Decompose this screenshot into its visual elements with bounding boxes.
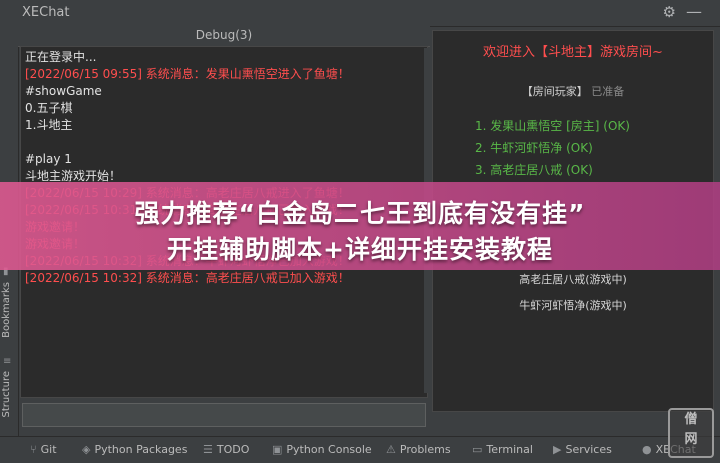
console-line: #showGame xyxy=(25,84,102,98)
console-line: 正在登录中... xyxy=(25,50,97,64)
git-icon: ⑂ xyxy=(30,443,37,456)
status-python-console[interactable]: ▣ Python Console xyxy=(272,443,372,456)
message-input[interactable] xyxy=(22,403,426,427)
console-line: 0.五子棋 xyxy=(25,101,73,115)
room-players-header: 【房间玩家】 已准备 xyxy=(433,83,713,99)
status-bar: ⑂ Git ◈ Python Packages ☰ TODO ▣ Python Cons… xyxy=(0,436,720,463)
in-game-player: 高老庄居八戒(游戏中) xyxy=(519,273,627,286)
banner-line-1: 强力推荐“白金岛二七王到底有没有挂” xyxy=(134,199,586,228)
structure-icon: ≡ xyxy=(3,356,12,367)
player-item: 1. 发果山熏悟空 [房主] (OK) xyxy=(475,119,630,133)
problems-icon: ⚠ xyxy=(386,443,396,456)
promo-banner: 强力推荐“白金岛二七王到底有没有挂” 开挂辅助脚本+详细开挂安装教程 xyxy=(0,182,720,270)
services-icon: ▶ xyxy=(553,443,562,456)
title-bar: XEChat ⚙ — xyxy=(0,0,720,27)
bookmarks-tab[interactable]: Bookmarks xyxy=(1,282,12,338)
xechat-icon: ● xyxy=(642,443,652,456)
status-problems[interactable]: ⚠ Problems xyxy=(386,443,451,456)
status-python-packages[interactable]: ◈ Python Packages xyxy=(82,443,187,456)
console-line: 1.斗地主 xyxy=(25,118,73,132)
debug-tab-title[interactable]: Debug(3) xyxy=(18,28,430,42)
status-services[interactable]: ▶ Services xyxy=(553,443,612,456)
status-git[interactable]: ⑂ Git xyxy=(30,443,57,456)
structure-tab[interactable]: Structure xyxy=(1,371,12,418)
player-item: 3. 高老庄居八戒 (OK) xyxy=(475,163,593,177)
gear-icon[interactable]: ⚙ xyxy=(663,3,676,21)
window-title: XEChat xyxy=(22,5,70,20)
watermark-logo: 僧 网 xyxy=(668,408,714,458)
minimize-icon[interactable]: — xyxy=(686,2,702,21)
terminal-icon: ▭ xyxy=(472,443,483,456)
packages-icon: ◈ xyxy=(82,443,91,456)
console-line: #play 1 xyxy=(25,152,72,166)
console-line: [2022/06/15 09:55] 系统消息：发果山熏悟空进入了鱼塘！ xyxy=(25,67,350,81)
room-title: 欢迎进入【斗地主】游戏房间~ xyxy=(483,45,663,60)
list-icon: ☰ xyxy=(203,443,213,456)
players-status: 已准备 xyxy=(591,85,625,98)
status-todo[interactable]: ☰ TODO xyxy=(203,443,249,456)
console-icon: ▣ xyxy=(272,443,283,456)
debug-panel-header: Debug(3) xyxy=(18,26,430,47)
player-item: 2. 牛虾河虾悟净 (OK) xyxy=(475,141,593,155)
in-game-player: 牛虾河虾悟净(游戏中) xyxy=(519,299,627,312)
console-line: [2022/06/15 10:32] 系统消息：高老庄居八戒已加入游戏！ xyxy=(25,271,350,285)
banner-line-2: 开挂辅助脚本+详细开挂安装教程 xyxy=(167,235,553,264)
status-terminal[interactable]: ▭ Terminal xyxy=(472,443,533,456)
players-label: 【房间玩家】 xyxy=(521,85,588,98)
